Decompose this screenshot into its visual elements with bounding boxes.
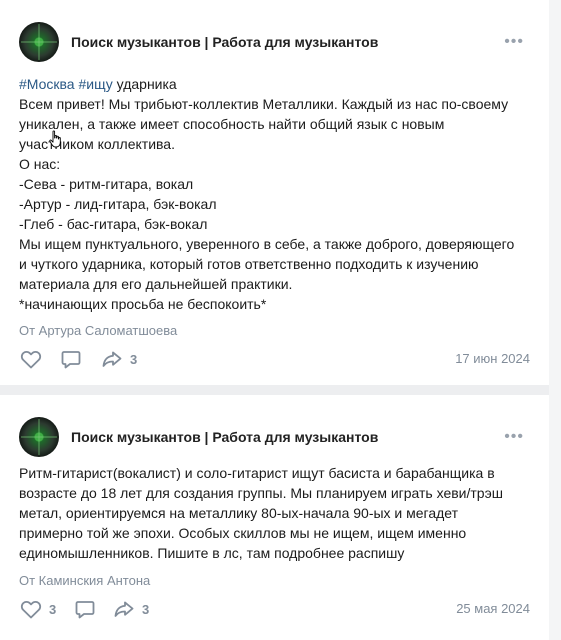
like-button[interactable] xyxy=(19,347,43,371)
post-date-link[interactable]: 25 мая 2024 xyxy=(456,601,530,616)
share-button[interactable]: 3 xyxy=(112,597,149,621)
post-text-line: участником коллектива. xyxy=(19,136,175,152)
post-text: #Москва #ищу ударника Всем привет! Мы тр… xyxy=(19,74,534,314)
post-card: Поиск музыкантов | Работа для музыкантов… xyxy=(0,0,549,385)
post-text-line: Мы ищем пунктуального, уверенного в себе… xyxy=(19,236,515,252)
hashtag-link[interactable]: #Москва xyxy=(19,76,75,92)
post-text-fragment: ударника xyxy=(116,76,177,92)
post-text-line: метал, ориентируемся на металлику 80-ых-… xyxy=(19,505,459,521)
post-text-line: -Глеб - бас-гитара, бэк-вокал xyxy=(19,216,208,232)
post-text-line: Ритм-гитарист(вокалист) и соло-гитарист … xyxy=(19,465,495,481)
heart-icon xyxy=(20,600,42,619)
post-text-line: примерно той же эпохи. Особых скиллов мы… xyxy=(19,525,467,541)
heart-icon xyxy=(20,350,42,369)
post-text-line: *начинающих просьба не беспокоить* xyxy=(19,296,267,312)
more-horizontal-icon[interactable]: ••• xyxy=(504,34,524,50)
post-header: Поиск музыкантов | Работа для музыкантов… xyxy=(19,22,530,62)
comment-button[interactable] xyxy=(73,597,97,621)
post-header: Поиск музыкантов | Работа для музыкантов… xyxy=(19,417,530,457)
post-text: Ритм-гитарист(вокалист) и соло-гитарист … xyxy=(19,463,534,563)
post-text-line: -Сева - ритм-гитара, вокал xyxy=(19,176,194,192)
more-horizontal-icon[interactable]: ••• xyxy=(504,429,524,445)
share-count: 3 xyxy=(130,351,138,367)
post-actions: 3 17 июн 2024 xyxy=(19,347,530,371)
comment-icon xyxy=(75,601,95,619)
post-text-line: единомышленников. Пишите в лс, там подро… xyxy=(19,545,405,561)
post-text-line: уникален, а также имеет способность найт… xyxy=(19,116,445,132)
post-card: Поиск музыкантов | Работа для музыкантов… xyxy=(0,395,549,640)
news-feed: Поиск музыкантов | Работа для музыкантов… xyxy=(0,0,549,640)
post-first-line: #Москва #ищу ударника xyxy=(19,74,534,94)
post-text-line: материала для его дальнейшей практики. xyxy=(19,276,293,292)
like-button[interactable]: 3 xyxy=(19,597,56,621)
group-name-link[interactable]: Поиск музыкантов | Работа для музыкантов xyxy=(71,429,378,445)
post-author-link[interactable]: От Каминския Антона xyxy=(19,573,150,588)
scrollbar[interactable] xyxy=(549,0,561,640)
share-icon xyxy=(102,351,122,367)
comment-icon xyxy=(61,351,81,369)
post-author-link[interactable]: От Артура Саломатшоева xyxy=(19,323,177,338)
like-count: 3 xyxy=(49,601,57,617)
post-text-line: и чуткого ударника, который готов ответс… xyxy=(19,256,479,272)
group-avatar[interactable] xyxy=(19,22,59,62)
post-text-line: -Артур - лид-гитара, бэк-вокал xyxy=(19,196,217,212)
group-name-link[interactable]: Поиск музыкантов | Работа для музыкантов xyxy=(71,34,378,50)
hand-pointer-icon xyxy=(49,130,61,148)
share-button[interactable]: 3 xyxy=(100,347,137,371)
post-text-line: О нас: xyxy=(19,156,61,172)
post-text-line: возрасте до 18 лет для создания группы. … xyxy=(19,485,503,501)
post-actions: 3 3 25 мая 2024 xyxy=(19,597,530,621)
comment-button[interactable] xyxy=(59,347,83,371)
share-icon xyxy=(114,601,134,617)
post-date-link[interactable]: 17 июн 2024 xyxy=(455,351,530,366)
share-count: 3 xyxy=(142,601,150,617)
hashtag-link[interactable]: #ищу xyxy=(78,76,112,92)
group-avatar[interactable] xyxy=(19,417,59,457)
post-text-line: Всем привет! Мы трибьют-коллектив Металл… xyxy=(19,96,509,112)
